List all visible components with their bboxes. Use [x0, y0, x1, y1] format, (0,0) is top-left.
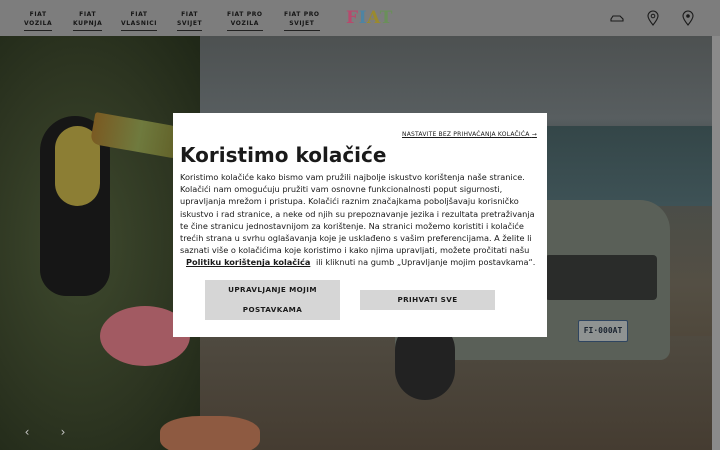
cookie-policy-link[interactable]: Politiku korištenja kolačića	[186, 257, 310, 267]
nav-fiat-vozila[interactable]: FIAT VOZILA	[24, 10, 53, 31]
continue-without-accepting-link[interactable]: NASTAVITE BEZ PRIHVAĆANJA KOLAČIĆA →	[402, 131, 537, 138]
carousel-next-button[interactable]: ›	[55, 424, 71, 440]
car-icon[interactable]	[610, 10, 624, 26]
nav-fiat-vlasnici[interactable]: FIAT VLASNICI	[121, 10, 158, 31]
license-plate: FI·000AT	[578, 320, 628, 342]
accept-all-button[interactable]: PRIHVATI SVE	[360, 290, 495, 310]
nav-fiat-kupnja[interactable]: FIAT KUPNJA	[73, 10, 103, 31]
fiat-logo[interactable]: FIAT	[346, 8, 392, 28]
logo-letter: T	[379, 8, 393, 28]
cookie-dialog-title: Koristimo kolačiće	[180, 143, 387, 167]
cookie-consent-dialog: NASTAVITE BEZ PRIHVAĆANJA KOLAČIĆA → Kor…	[173, 113, 547, 337]
logo-letter: F	[346, 8, 359, 28]
cookie-dialog-body: Koristimo kolačiće kako bismo vam pružil…	[180, 171, 542, 269]
nav-fiat-pro-svijet[interactable]: FIAT PRO SVIJET	[284, 10, 320, 31]
logo-letter: A	[367, 8, 380, 28]
carousel-prev-button[interactable]: ‹	[19, 424, 35, 440]
cookie-body-end: ili kliknuti na gumb „Upravljanje mojim …	[315, 257, 536, 268]
top-navigation-bar: FIAT VOZILA FIAT KUPNJA FIAT VLASNICI FI…	[0, 0, 720, 36]
logo-letter: I	[358, 8, 368, 28]
location-pin-icon[interactable]	[646, 10, 660, 26]
skip-link-label: NASTAVITE BEZ PRIHVAĆANJA KOLAČIĆA	[402, 131, 530, 138]
nav-fiat-svijet[interactable]: FIAT SVIJET	[177, 10, 203, 31]
page-scrollbar[interactable]	[712, 36, 720, 450]
manage-settings-button[interactable]: UPRAVLJANJE MOJIM POSTAVKAMA	[205, 280, 340, 320]
arrow-right-icon: →	[531, 131, 537, 138]
car-grille	[545, 255, 657, 300]
nav-fiat-pro-vozila[interactable]: FIAT PRO VOZILA	[227, 10, 263, 31]
flowers-image	[160, 416, 260, 450]
dealer-pin-icon[interactable]	[681, 10, 695, 26]
cookie-body-text: Koristimo kolačiće kako bismo vam pružil…	[180, 172, 535, 256]
